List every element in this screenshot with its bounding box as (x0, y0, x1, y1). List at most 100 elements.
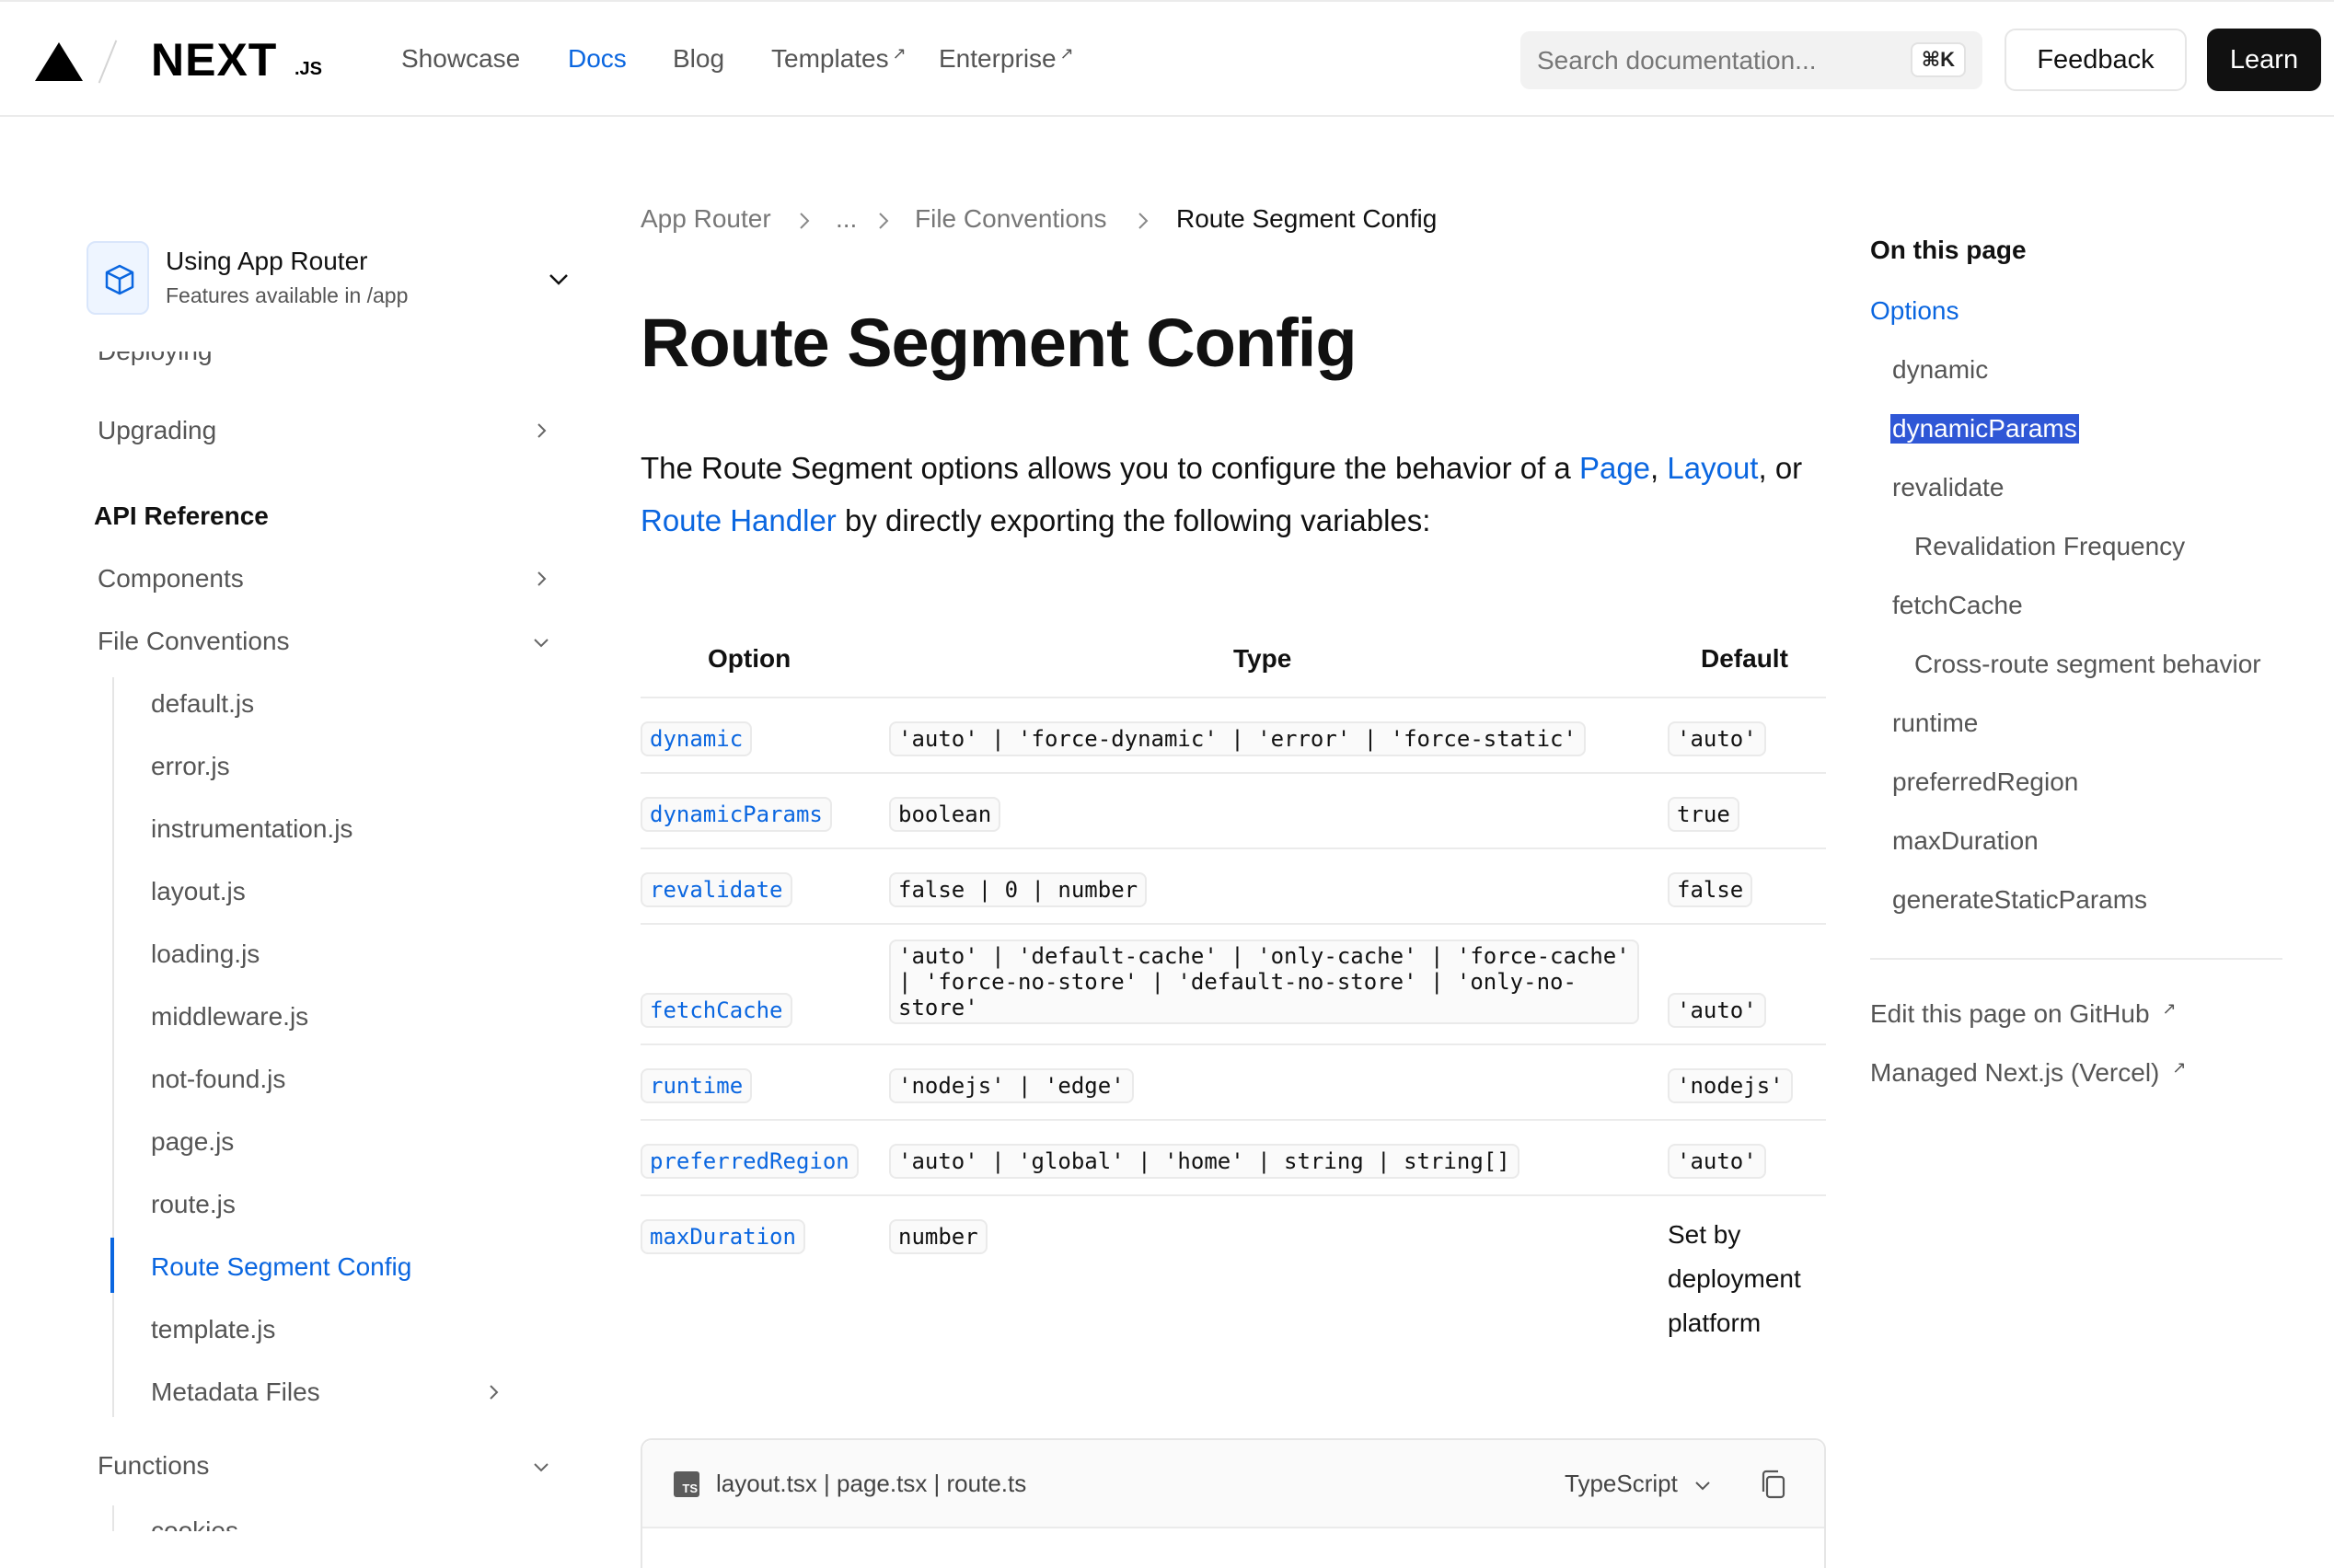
toc-item-fetchcache[interactable]: fetchCache (1892, 591, 2023, 620)
copy-icon[interactable] (1758, 1468, 1789, 1501)
sidebar-item-error-js[interactable]: error.js (151, 752, 230, 781)
sidebar-item-default-js[interactable]: default.js (151, 689, 254, 719)
code-block-filenames: layout.tsx | page.tsx | route.ts (716, 1470, 1027, 1497)
toc-item-revalidation-frequency[interactable]: Revalidation Frequency (1914, 532, 2185, 561)
sidebar-item-route-js[interactable]: route.js (151, 1190, 236, 1219)
chevron-right-icon (879, 213, 889, 229)
sidebar-active-indicator (110, 1238, 114, 1293)
edit-on-github-link[interactable]: Edit this page on GitHub ↗ (1870, 999, 2177, 1029)
external-link-icon: ↗ (892, 44, 907, 63)
intro-text: by directly exporting the following vari… (836, 503, 1431, 537)
table-divider (641, 697, 1826, 698)
chevron-right-icon (537, 571, 547, 586)
router-title: Using App Router (166, 247, 368, 275)
toc-item-dynamicparams[interactable]: dynamicParams (1890, 414, 2079, 444)
sidebar-item-functions[interactable]: Functions (98, 1451, 209, 1481)
external-link-icon: ↗ (2162, 999, 2177, 1018)
sidebar-item-cookies[interactable]: cookies (151, 1516, 238, 1531)
nav-templates[interactable]: Templates ↗ (771, 44, 907, 74)
type-cell: boolean (889, 797, 1001, 832)
nav-showcase[interactable]: Showcase (401, 44, 520, 74)
table-divider (641, 847, 1826, 849)
option-dynamicparams-link[interactable]: dynamicParams (641, 797, 832, 832)
link-route-handler[interactable]: Route Handler (641, 503, 837, 537)
toc-item-options[interactable]: Options (1870, 296, 1959, 326)
search-input[interactable] (1520, 31, 1907, 89)
chevron-down-icon (1695, 1482, 1710, 1491)
external-link-icon: ↗ (1059, 44, 1074, 63)
default-cell: true (1668, 797, 1739, 832)
toc-item-generatestaticparams[interactable]: generateStaticParams (1892, 885, 2147, 915)
sidebar-scroll-clip-top: Deploying (55, 352, 571, 379)
search-shortcut-badge: ⌘K (1910, 42, 1966, 77)
option-dynamic-link[interactable]: dynamic (641, 721, 753, 756)
nextjs-logo[interactable]: NEXT (151, 33, 277, 86)
intro-text: , or (1758, 451, 1803, 485)
toc-item-cross-route-segment-behavior[interactable]: Cross-route segment behavior (1914, 650, 2261, 679)
default-cell: false (1668, 872, 1753, 907)
type-cell: 'auto' | 'force-dynamic' | 'error' | 'fo… (889, 721, 1586, 756)
sidebar-item-metadata-files[interactable]: Metadata Files (151, 1378, 320, 1407)
learn-button[interactable]: Learn (2207, 29, 2321, 91)
sidebar-item-upgrading[interactable]: Upgrading (98, 416, 216, 445)
code-block-header: TS layout.tsx | page.tsx | route.ts Type… (642, 1440, 1824, 1528)
sidebar-item-layout-js[interactable]: layout.js (151, 877, 246, 906)
toc-item-runtime[interactable]: runtime (1892, 709, 1978, 738)
language-select[interactable]: TypeScript (1565, 1470, 1712, 1498)
breadcrumb-ellipsis[interactable]: ... (836, 204, 857, 234)
sidebar-heading-api-reference: API Reference (94, 502, 269, 530)
nav-enterprise-label: Enterprise (939, 44, 1057, 73)
chevron-down-icon[interactable] (547, 267, 571, 295)
table-header-type: Type (1233, 644, 1292, 673)
option-maxduration-link[interactable]: maxDuration (641, 1219, 805, 1254)
breadcrumb-file-conventions[interactable]: File Conventions (915, 204, 1107, 234)
page-title: Route Segment Config (641, 305, 1358, 381)
sidebar-item-components[interactable]: Components (98, 564, 244, 594)
table-divider (641, 1119, 1826, 1121)
type-cell: number (889, 1219, 988, 1254)
toc-item-preferredregion[interactable]: preferredRegion (1892, 767, 2078, 797)
option-fetchcache-link[interactable]: fetchCache (641, 993, 792, 1028)
link-page[interactable]: Page (1579, 451, 1650, 485)
option-preferredregion-link[interactable]: preferredRegion (641, 1144, 859, 1179)
toc-divider (1870, 958, 2282, 960)
router-subtitle: Features available in /app (166, 283, 409, 307)
sidebar-item-route-segment-config[interactable]: Route Segment Config (151, 1252, 411, 1282)
feedback-button[interactable]: Feedback (2005, 29, 2187, 91)
toc-item-maxduration[interactable]: maxDuration (1892, 826, 2039, 856)
option-runtime-link[interactable]: runtime (641, 1068, 753, 1103)
nav-enterprise[interactable]: Enterprise ↗ (939, 44, 1074, 74)
sidebar-item-page-js[interactable]: page.js (151, 1127, 234, 1157)
option-revalidate-link[interactable]: revalidate (641, 872, 792, 907)
sidebar-scroll-clip-bottom: cookies (55, 1505, 571, 1531)
table-divider (641, 772, 1826, 774)
vercel-logo-icon[interactable] (35, 42, 83, 81)
language-select-label: TypeScript (1565, 1470, 1678, 1497)
toc-item-revalidate[interactable]: revalidate (1892, 473, 2004, 502)
sidebar-item-not-found-js[interactable]: not-found.js (151, 1065, 285, 1094)
breadcrumb-app-router[interactable]: App Router (641, 204, 771, 234)
sidebar-item-template-js[interactable]: template.js (151, 1315, 275, 1344)
nav-docs[interactable]: Docs (568, 44, 627, 74)
toc-item-dynamic[interactable]: dynamic (1892, 355, 1988, 385)
sidebar-item-loading-js[interactable]: loading.js (151, 940, 260, 969)
table-divider (641, 923, 1826, 925)
toc-title: On this page (1870, 236, 2027, 264)
table-header-option: Option (708, 644, 791, 673)
table-divider (641, 1194, 1826, 1196)
chevron-right-icon (1138, 213, 1149, 229)
sidebar-item-middleware-js[interactable]: middleware.js (151, 1002, 308, 1032)
managed-nextjs-link[interactable]: Managed Next.js (Vercel) ↗ (1870, 1058, 2186, 1088)
edit-on-github-label: Edit this page on GitHub (1870, 999, 2150, 1028)
table-divider (641, 1043, 1826, 1045)
nav-blog[interactable]: Blog (673, 44, 724, 74)
sidebar-item-deploying[interactable]: Deploying (98, 352, 213, 366)
type-cell: 'auto' | 'default-cache' | 'only-cache' … (889, 940, 1639, 1024)
external-link-icon: ↗ (2172, 1058, 2187, 1077)
sidebar-item-file-conventions[interactable]: File Conventions (98, 627, 290, 656)
search-box[interactable]: ⌘K (1520, 31, 1982, 89)
sidebar-item-instrumentation-js[interactable]: instrumentation.js (151, 814, 352, 844)
link-layout[interactable]: Layout (1667, 451, 1758, 485)
chevron-right-icon (537, 423, 547, 438)
default-cell: 'auto' (1668, 1144, 1766, 1179)
